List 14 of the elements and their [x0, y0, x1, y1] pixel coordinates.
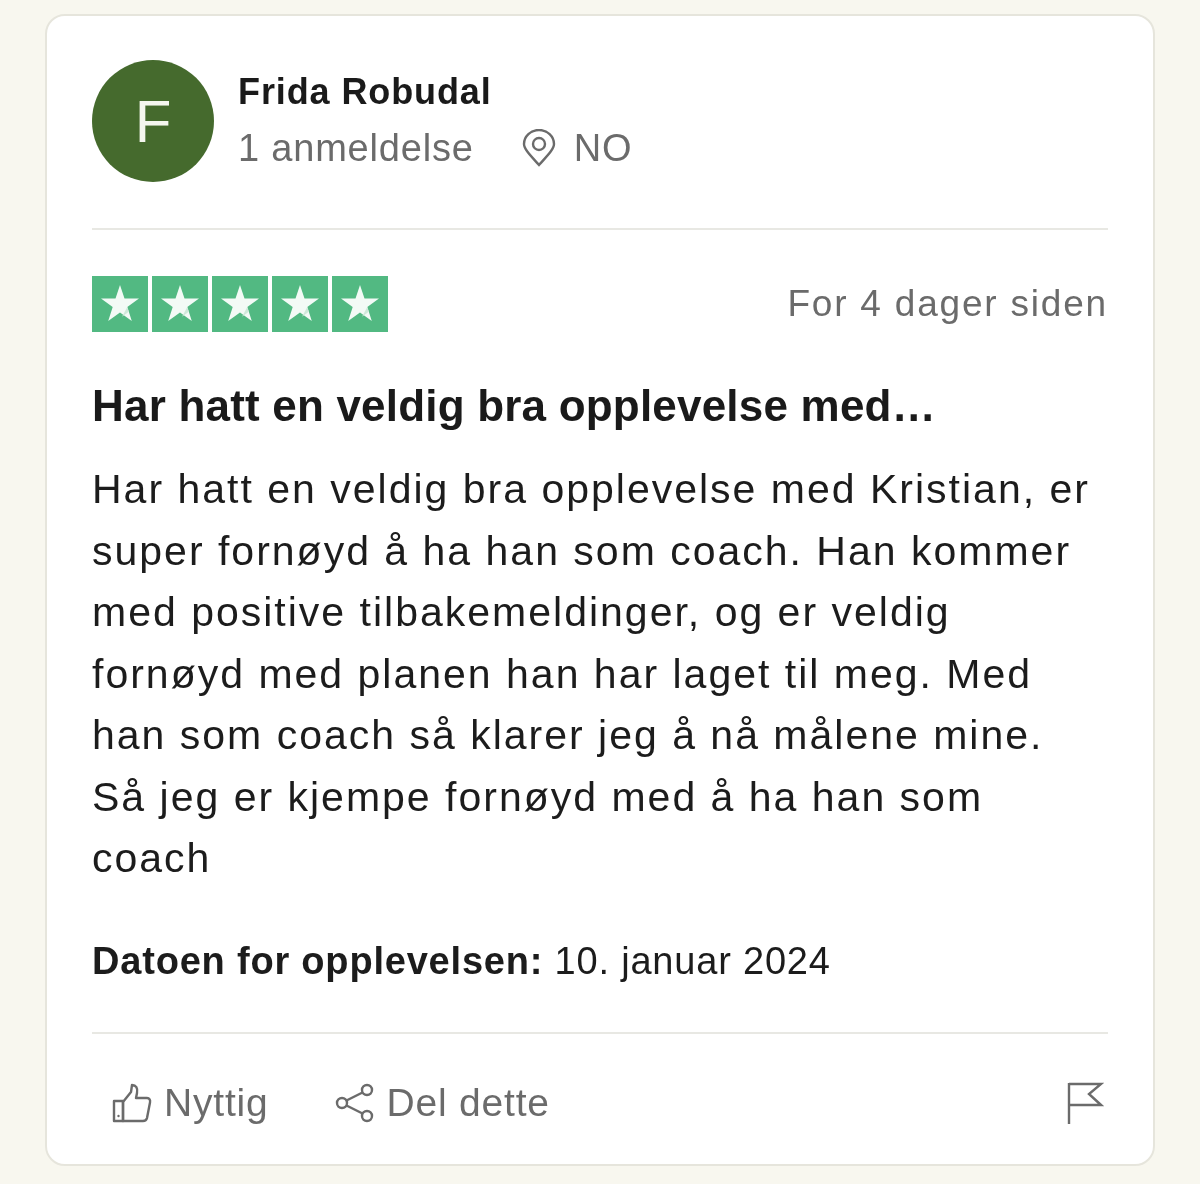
- reviewer-name: Frida Robudal: [238, 72, 493, 112]
- review-title: Har hatt en veldig bra opplevelse med…: [92, 380, 937, 432]
- flag-icon[interactable]: [1066, 1080, 1104, 1125]
- useful-button[interactable]: Nyttig: [112, 1077, 269, 1128]
- share-button[interactable]: Del dette: [334, 1077, 550, 1128]
- experience-date: Datoen for opplevelsen: 10. januar 2024: [92, 935, 1108, 1034]
- location-pin-icon: [521, 129, 556, 167]
- review-text: Har hatt en veldig bra opplevelse med Kristian, er super fornøyd å ha han som coach. Han kommer med positive tilbakemeldinger, og er veldig fornøyd med planen han har laget til meg. Med han som coach så klarer jeg å nå målene mine. Så jeg er kjempe fornøyd med å ha han som coach: [92, 465, 1091, 883]
- review-date: For 4 dager siden: [787, 283, 1108, 325]
- avatar: F: [92, 60, 214, 182]
- thumbs-up-icon: [112, 1082, 152, 1123]
- review-count: 1 anmeldelse: [238, 126, 474, 170]
- share-icon: [334, 1082, 375, 1123]
- country-code: NO: [573, 126, 633, 170]
